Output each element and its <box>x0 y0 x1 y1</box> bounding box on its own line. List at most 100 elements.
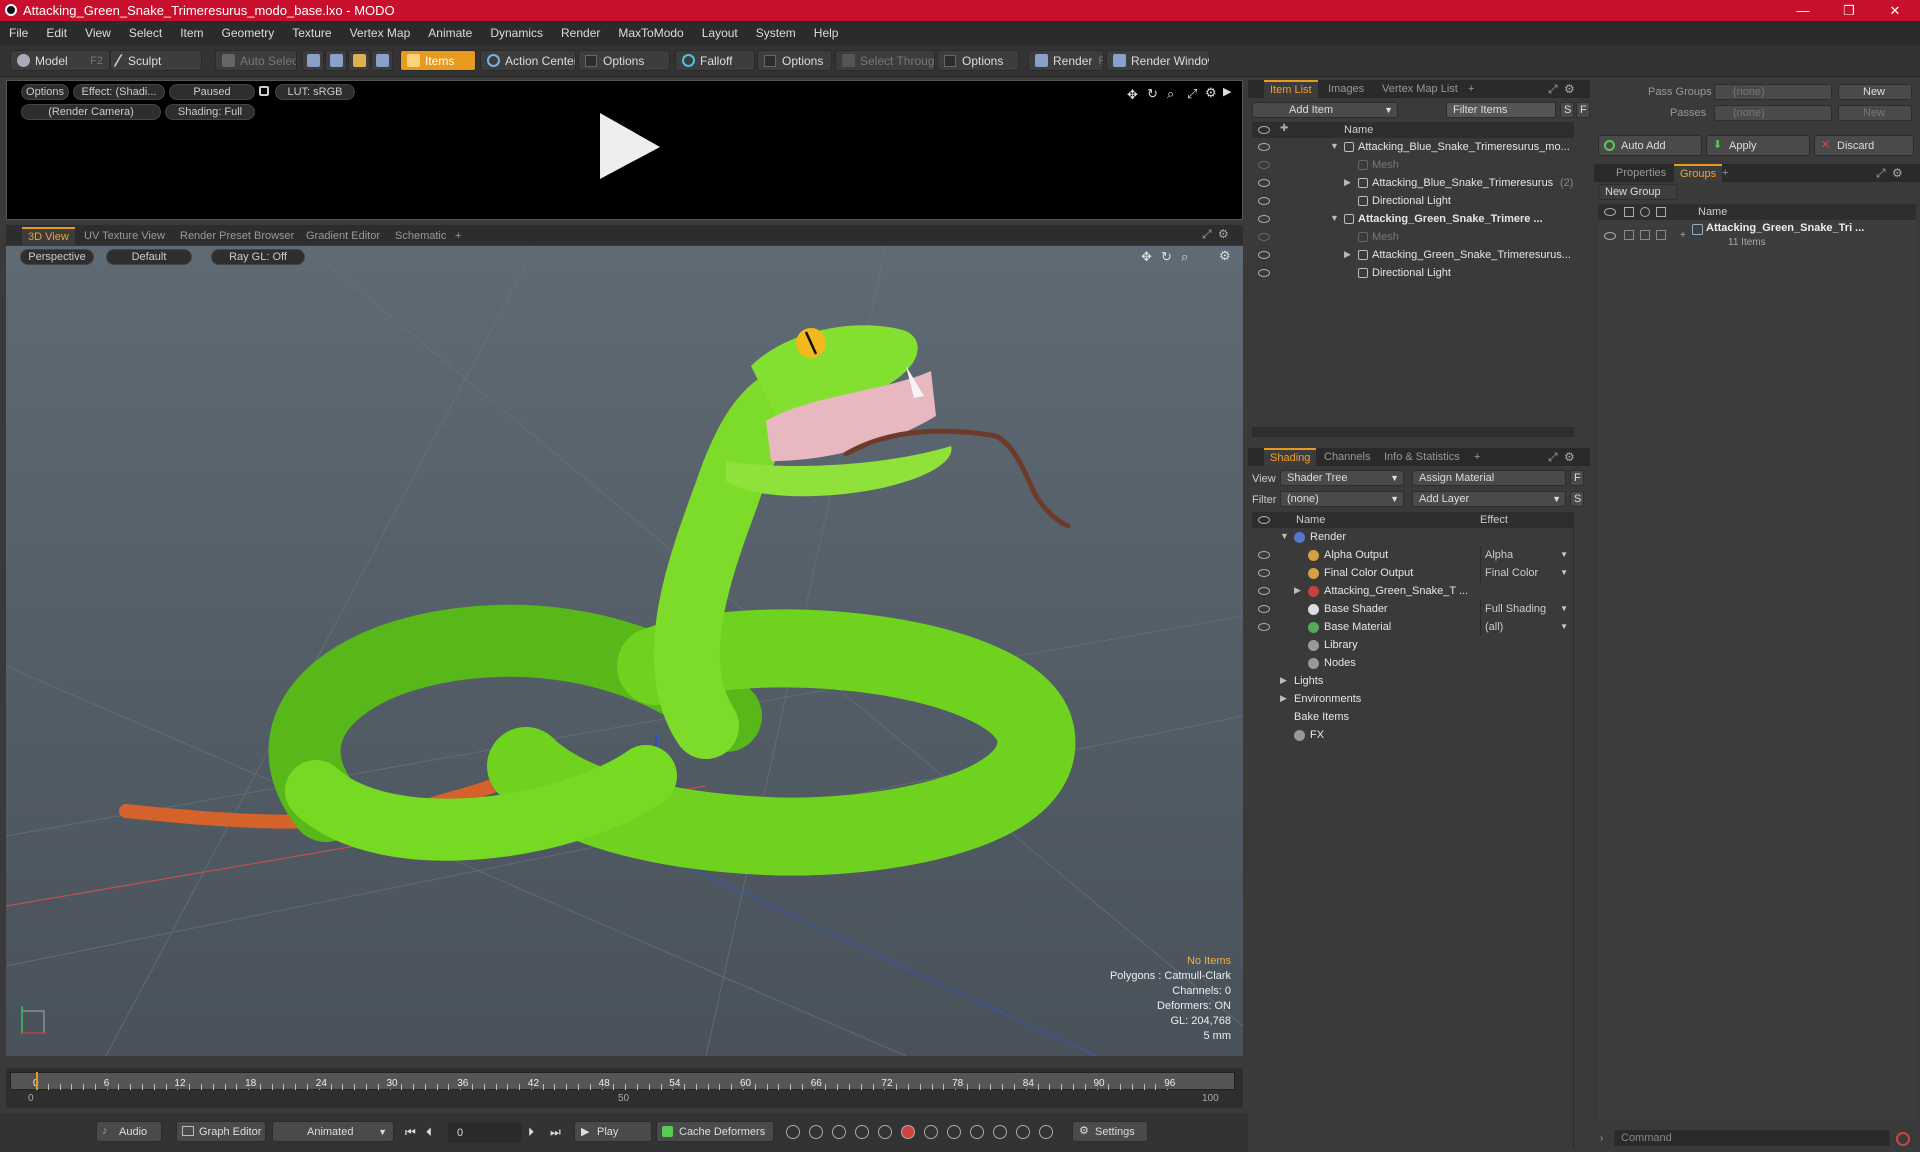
auto-add-button[interactable]: Auto Add <box>1598 135 1702 156</box>
visibility-eye-icon[interactable] <box>1258 233 1270 241</box>
key-prev-icon[interactable] <box>809 1125 823 1139</box>
visibility-eye-icon[interactable] <box>1258 161 1270 169</box>
effect-dropdown[interactable]: Full Shading ▼ <box>1480 600 1572 618</box>
groups-maximize-icon[interactable]: ⤢ <box>1876 166 1886 181</box>
rotate-icon[interactable]: ↻ <box>1147 86 1158 102</box>
action-center-button[interactable]: Action Center <box>480 50 576 71</box>
polygon-mode-button[interactable] <box>348 50 370 71</box>
item-list-row[interactable]: ▼ Attacking_Blue_Snake_Trimeresurus_mo... <box>1252 138 1574 156</box>
menu-edit[interactable]: Edit <box>37 26 76 40</box>
animated-dropdown[interactable]: Animated ▼ <box>272 1121 394 1142</box>
effect-dropdown[interactable]: Alpha ▼ <box>1480 546 1572 564</box>
key-set-icon[interactable] <box>924 1125 938 1139</box>
cache-deformers-button[interactable]: Cache Deformers <box>656 1121 774 1142</box>
shader-tree-row[interactable]: Library <box>1252 636 1573 654</box>
tab-images[interactable]: Images <box>1322 80 1370 98</box>
vertex-mode-button[interactable] <box>302 50 324 71</box>
tab-properties[interactable]: Properties <box>1610 164 1672 182</box>
shader-visibility-eye-icon[interactable] <box>1258 587 1270 595</box>
preview-options-button[interactable]: Options <box>21 84 69 100</box>
shader-tree-row[interactable]: FX <box>1252 726 1573 744</box>
add-tab-button[interactable]: + <box>449 227 467 245</box>
key-prev-step-icon[interactable] <box>855 1125 869 1139</box>
menu-maxtomodo[interactable]: MaxToModo <box>609 26 692 40</box>
snap-icon[interactable] <box>1039 1125 1053 1139</box>
auto-select-button[interactable]: Auto Select <box>215 50 297 71</box>
shader-visibility-eye-icon[interactable] <box>1258 605 1270 613</box>
shader-visibility-eye-icon[interactable] <box>1258 551 1270 559</box>
menu-animate[interactable]: Animate <box>419 26 481 40</box>
tab-info-statistics[interactable]: Info & Statistics <box>1378 448 1466 466</box>
item-list-row[interactable]: ▼ Attacking_Green_Snake_Trimere ... <box>1252 210 1574 228</box>
settings-button[interactable]: ⚙ Settings <box>1072 1121 1148 1142</box>
shader-visibility-eye-icon[interactable] <box>1258 623 1270 631</box>
play-button[interactable]: ▶ Play <box>574 1121 652 1142</box>
zoom-icon[interactable]: ⌕ <box>1167 86 1174 102</box>
add-groups-tab[interactable]: + <box>1716 164 1734 182</box>
add-layer-dropdown[interactable]: Add Layer ▼ <box>1412 491 1566 507</box>
minimize-button[interactable]: — <box>1780 0 1826 21</box>
tab-uv-texture-view[interactable]: UV Texture View <box>78 227 171 245</box>
skip-start-icon[interactable]: ⏮ <box>405 1125 416 1140</box>
expand-arrow-icon[interactable]: ▶ <box>1344 249 1351 260</box>
pan-icon[interactable]: ✥ <box>1127 87 1138 103</box>
gear-icon[interactable]: ⚙ <box>1205 85 1217 101</box>
effect-dropdown[interactable]: (all) ▼ <box>1480 618 1572 636</box>
item-list-row[interactable]: Directional Light <box>1252 192 1574 210</box>
material-mode-button[interactable] <box>371 50 393 71</box>
options-checkbox[interactable] <box>585 54 597 67</box>
audio-button[interactable]: ♪ Audio <box>96 1121 162 1142</box>
shader-tree-row[interactable]: Nodes <box>1252 654 1573 672</box>
viewport-gear-icon[interactable]: ⚙ <box>1219 248 1231 264</box>
shading-gear-icon[interactable]: ⚙ <box>1564 450 1575 464</box>
shader-tree-row[interactable]: ▼ Render <box>1252 528 1573 546</box>
record-icon[interactable] <box>901 1125 915 1139</box>
command-input[interactable]: Command <box>1614 1130 1890 1146</box>
menu-help[interactable]: Help <box>805 26 848 40</box>
auto-key-icon[interactable] <box>878 1125 892 1139</box>
tab-item-list[interactable]: Item List <box>1264 80 1318 98</box>
shader-tree-row[interactable]: Bake Items <box>1252 708 1573 726</box>
render-window-button[interactable]: Render Window <box>1106 50 1210 71</box>
menu-item[interactable]: Item <box>171 26 212 40</box>
menu-file[interactable]: File <box>0 26 37 40</box>
shading-f-button[interactable]: F <box>1570 470 1584 486</box>
tab-vertex-map-list[interactable]: Vertex Map List <box>1376 80 1464 98</box>
visibility-eye-icon[interactable] <box>1258 269 1270 277</box>
select-through-button[interactable]: Select Through <box>835 50 935 71</box>
passes-dropdown[interactable]: (none) <box>1714 105 1832 121</box>
tab-gradient-editor[interactable]: Gradient Editor <box>300 227 386 245</box>
preview-effect-dropdown[interactable]: Effect: (Shadi... <box>73 84 165 100</box>
collapse-arrow-icon[interactable]: ▼ <box>1330 213 1339 223</box>
step-back-icon[interactable]: ⏴ <box>426 1125 432 1140</box>
viewport-rotate-icon[interactable]: ↻ <box>1161 249 1172 265</box>
preview-camera-dropdown[interactable]: (Render Camera) <box>21 104 161 120</box>
new-pass-group-button[interactable]: New <box>1838 84 1912 100</box>
maximize-panel-icon[interactable]: ⤢ <box>1202 227 1212 242</box>
filter-items-input[interactable]: Filter Items <box>1446 102 1556 118</box>
step-forward-icon[interactable]: ⏵ <box>528 1125 534 1140</box>
new-pass-button[interactable]: New <box>1838 105 1912 121</box>
sculpt-button[interactable]: Sculpt <box>110 50 202 71</box>
viewport-pan-icon[interactable]: ✥ <box>1141 249 1152 265</box>
falloff-options-button[interactable]: Options <box>757 50 832 71</box>
key-icon[interactable] <box>786 1125 800 1139</box>
key-next-icon[interactable] <box>947 1125 961 1139</box>
default-style-dropdown[interactable]: Default <box>106 249 192 265</box>
tab-shading[interactable]: Shading <box>1264 448 1317 466</box>
tab-schematic[interactable]: Schematic <box>389 227 452 245</box>
shading-maximize-icon[interactable]: ⤢ <box>1548 450 1558 465</box>
key-first-icon[interactable] <box>832 1125 846 1139</box>
itemlist-gear-icon[interactable]: ⚙ <box>1564 82 1575 96</box>
maximize-button[interactable]: ❐ <box>1826 0 1872 21</box>
timeline-cursor[interactable] <box>36 1072 38 1090</box>
menu-select[interactable]: Select <box>120 26 171 40</box>
visibility-eye-icon[interactable] <box>1258 197 1270 205</box>
command-history-icon[interactable] <box>1896 1132 1910 1146</box>
menu-dynamics[interactable]: Dynamics <box>481 26 552 40</box>
filter-dropdown[interactable]: (none) ▼ <box>1280 491 1404 507</box>
item-list-row[interactable]: Mesh <box>1252 156 1574 174</box>
item-list-row[interactable]: ▶ Attacking_Green_Snake_Trimeresurus... <box>1252 246 1574 264</box>
select-through-options-checkbox[interactable] <box>944 54 956 67</box>
group-eye-icon[interactable] <box>1604 232 1616 240</box>
